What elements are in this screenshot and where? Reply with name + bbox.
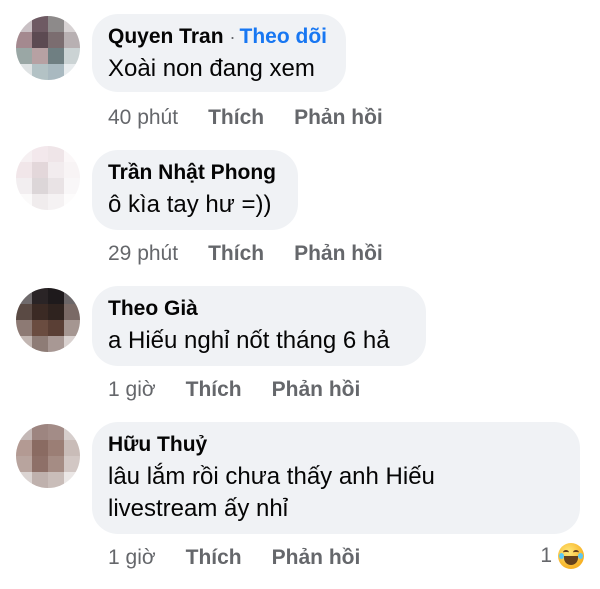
comment-actions: 1 giờ Thích Phản hồi (108, 546, 360, 570)
reply-button[interactable]: Phản hồi (294, 242, 383, 266)
comment-text: a Hiếu nghỉ nốt tháng 6 hả (108, 327, 390, 354)
haha-emoji-icon (558, 543, 584, 569)
comment-bubble: Quyen Tran · Theo dõi Xoài non đang xem (92, 14, 346, 92)
like-button[interactable]: Thích (186, 378, 242, 402)
comment-text: ô kìa tay hư =)) (108, 191, 272, 218)
timestamp[interactable]: 1 giờ (108, 378, 156, 402)
reaction-count: 1 (540, 544, 552, 567)
author-name[interactable]: Theo Già (108, 296, 408, 322)
like-button[interactable]: Thích (208, 106, 264, 130)
follow-link[interactable]: Theo dõi (240, 25, 328, 48)
reply-button[interactable]: Phản hồi (272, 546, 361, 570)
author-name[interactable]: Quyen Tran (108, 25, 224, 48)
comment-bubble: Hữu Thuỷ lâu lắm rồi chưa thấy anh Hiếu … (92, 422, 580, 534)
avatar[interactable] (16, 146, 80, 210)
comment-text: Xoài non đang xem (108, 55, 315, 82)
comment-bubble: Trần Nhật Phong ô kìa tay hư =)) (92, 150, 298, 230)
reply-button[interactable]: Phản hồi (294, 106, 383, 130)
author-name[interactable]: Trần Nhật Phong (108, 160, 280, 186)
comment-text-line-1: lâu lắm rồi chưa thấy anh Hiếu (108, 463, 435, 490)
like-button[interactable]: Thích (208, 242, 264, 266)
comment-actions: 29 phút Thích Phản hồi (108, 242, 383, 266)
timestamp[interactable]: 29 phút (108, 242, 178, 266)
comment-bubble: Theo Già a Hiếu nghỉ nốt tháng 6 hả (92, 286, 426, 366)
author-name[interactable]: Hữu Thuỷ (108, 432, 562, 458)
comment-actions: 1 giờ Thích Phản hồi (108, 378, 360, 402)
comment-actions: 40 phút Thích Phản hồi (108, 106, 383, 130)
reaction-summary[interactable]: 1 (540, 543, 584, 569)
avatar[interactable] (16, 16, 80, 80)
comment-text-line-2: livestream ấy nhỉ (108, 495, 289, 522)
timestamp[interactable]: 1 giờ (108, 546, 156, 570)
reply-button[interactable]: Phản hồi (272, 378, 361, 402)
timestamp[interactable]: 40 phút (108, 106, 178, 130)
like-button[interactable]: Thích (186, 546, 242, 570)
avatar[interactable] (16, 288, 80, 352)
separator-dot: · (229, 27, 236, 47)
avatar[interactable] (16, 424, 80, 488)
